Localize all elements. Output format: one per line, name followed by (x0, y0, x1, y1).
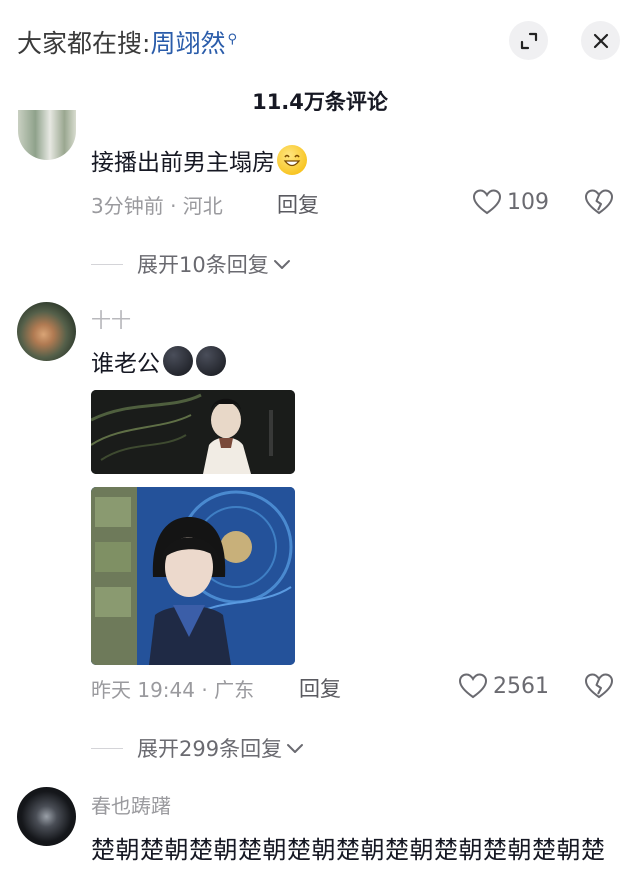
comment-time-location: 3分钟前 · 河北 (91, 194, 223, 218)
expand-replies-label: 展开10条回复 (137, 253, 269, 277)
comment-time-location: 昨天 19:44 · 广东 (91, 678, 255, 702)
magnifier-icon: ⚲ (227, 31, 237, 47)
avatar[interactable] (17, 787, 76, 846)
comment-image-thumbnail[interactable] (91, 487, 295, 665)
chevron-down-icon (287, 744, 304, 753)
dark-ball-emoji-icon (196, 346, 226, 376)
reply-button[interactable]: 回复 (299, 673, 341, 703)
comment-text: 接播出前男主塌房 (91, 143, 307, 177)
comment-text: 楚朝楚朝楚朝楚朝楚朝楚朝楚朝楚朝楚朝楚朝楚 (91, 836, 606, 864)
broken-heart-icon (584, 189, 614, 215)
heart-outline-icon (458, 673, 488, 699)
dark-ball-emoji-icon (163, 346, 193, 376)
heart-outline-icon (472, 189, 502, 215)
comment-count-title: 11.4万条评论 (252, 90, 388, 114)
close-icon (593, 33, 608, 48)
grin-emoji-icon (277, 145, 307, 175)
expand-icon (520, 32, 537, 49)
like-count: 109 (507, 189, 549, 215)
comment-text-body: 接播出前男主塌房 (91, 150, 275, 176)
divider (91, 263, 123, 265)
portrait-image (91, 487, 295, 665)
reply-button[interactable]: 回复 (277, 189, 319, 219)
dislike-button[interactable] (584, 188, 614, 220)
comment-image-thumbnail[interactable] (91, 390, 295, 474)
expand-replies-button[interactable]: 展开299条回复 (91, 733, 304, 763)
comment-username[interactable]: 春也踌躇 (91, 790, 171, 819)
search-hint-keyword[interactable]: 周翊然 (150, 29, 225, 58)
close-button[interactable] (581, 21, 620, 60)
like-button[interactable]: 109 (472, 188, 549, 216)
dislike-button[interactable] (584, 672, 614, 704)
comment-text-body: 谁老公 (91, 351, 160, 377)
comments-header: 大家都在搜:周翊然 ⚲ (0, 0, 640, 82)
like-button[interactable]: 2561 (458, 672, 549, 700)
expand-replies-button[interactable]: 展开10条回复 (91, 249, 291, 279)
avatar[interactable] (17, 302, 76, 361)
expand-button[interactable] (509, 21, 548, 60)
comment-text: 谁老公 (91, 344, 226, 378)
divider (91, 747, 123, 749)
like-count: 2561 (493, 673, 549, 699)
expand-replies-label: 展开299条回复 (137, 737, 283, 761)
bamboo-scene-image (91, 390, 295, 474)
broken-heart-icon (584, 673, 614, 699)
trending-search-hint[interactable]: 大家都在搜:周翊然 ⚲ (17, 24, 237, 60)
search-hint-prefix: 大家都在搜: (17, 29, 151, 58)
comment-username[interactable]: 十十 (91, 304, 131, 333)
chevron-down-icon (273, 260, 290, 269)
avatar[interactable] (18, 110, 76, 160)
